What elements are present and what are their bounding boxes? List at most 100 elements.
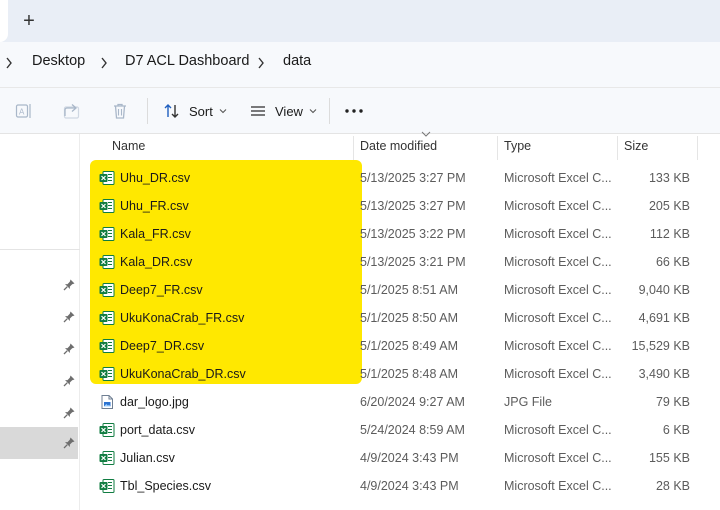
breadcrumb-d7-acl-dashboard[interactable]: D7 ACL Dashboard [125, 53, 249, 69]
chevron-down-icon [309, 109, 317, 114]
pin-icon[interactable] [62, 436, 76, 450]
column-header-name[interactable]: Name [112, 134, 145, 162]
file-size: 3,490 KB [638, 367, 690, 381]
delete-icon[interactable] [110, 101, 130, 121]
file-row[interactable]: Kala_DR.csv 5/13/2025 3:21 PM Microsoft … [86, 248, 700, 276]
file-name: Deep7_FR.csv [120, 283, 203, 297]
file-type: Microsoft Excel C... [504, 339, 612, 353]
file-date-modified: 5/24/2024 8:59 AM [360, 423, 465, 437]
toolbar-separator [147, 98, 148, 124]
file-date-modified: 5/1/2025 8:48 AM [360, 367, 458, 381]
view-icon [251, 106, 265, 116]
file-type: Microsoft Excel C... [504, 479, 612, 493]
file-row[interactable]: Uhu_DR.csv 5/13/2025 3:27 PM Microsoft E… [86, 164, 700, 192]
excel-csv-icon [99, 451, 115, 465]
toolbar-separator [329, 98, 330, 124]
chevron-right-icon[interactable] [256, 55, 266, 71]
file-type: Microsoft Excel C... [504, 199, 612, 213]
file-size: 4,691 KB [638, 311, 690, 325]
file-name: dar_logo.jpg [120, 395, 189, 409]
file-size: 66 KB [655, 255, 690, 269]
column-header-type[interactable]: Type [504, 134, 531, 162]
file-date-modified: 6/20/2024 9:27 AM [360, 395, 465, 409]
excel-csv-icon [99, 479, 115, 493]
address-bar[interactable]: Desktop D7 ACL Dashboard data [0, 42, 720, 88]
file-row[interactable]: Julian.csv 4/9/2024 3:43 PM Microsoft Ex… [86, 444, 700, 472]
file-date-modified: 5/13/2025 3:27 PM [360, 199, 466, 213]
new-tab-button[interactable]: + [17, 9, 41, 33]
file-name: Tbl_Species.csv [120, 479, 212, 493]
file-row[interactable]: UkuKonaCrab_FR.csv 5/1/2025 8:50 AM Micr… [86, 304, 700, 332]
column-separator[interactable] [617, 136, 618, 160]
file-date-modified: 4/9/2024 3:43 PM [360, 451, 459, 465]
nav-item-selected[interactable] [0, 427, 78, 459]
share-icon[interactable] [62, 101, 82, 121]
view-label: View [275, 103, 303, 119]
file-name: Kala_DR.csv [120, 255, 193, 269]
file-type: JPG File [504, 395, 552, 409]
command-bar: A Sort View [0, 88, 720, 134]
column-separator[interactable] [353, 136, 354, 160]
file-name: port_data.csv [120, 423, 196, 437]
file-size: 79 KB [655, 395, 690, 409]
sort-button[interactable]: Sort [163, 99, 227, 123]
file-name: Kala_FR.csv [120, 227, 191, 241]
excel-csv-icon [99, 255, 115, 269]
column-header-date-modified[interactable]: Date modified [360, 134, 437, 162]
file-row[interactable]: Deep7_DR.csv 5/1/2025 8:49 AM Microsoft … [86, 332, 700, 360]
file-row[interactable]: dar_logo.jpg 6/20/2024 9:27 AM JPG File … [86, 388, 700, 416]
file-type: Microsoft Excel C... [504, 227, 612, 241]
file-name: UkuKonaCrab_DR.csv [120, 367, 246, 381]
file-row[interactable]: port_data.csv 5/24/2024 8:59 AM Microsof… [86, 416, 700, 444]
column-separator[interactable] [497, 136, 498, 160]
file-row[interactable]: UkuKonaCrab_DR.csv 5/1/2025 8:48 AM Micr… [86, 360, 700, 388]
pin-icon[interactable] [62, 374, 76, 388]
file-row[interactable]: Kala_FR.csv 5/13/2025 3:22 PM Microsoft … [86, 220, 700, 248]
file-name: Deep7_DR.csv [120, 339, 205, 353]
excel-csv-icon [99, 423, 115, 437]
file-type: Microsoft Excel C... [504, 311, 612, 325]
navigation-pane [0, 134, 80, 510]
chevron-down-icon [219, 109, 227, 114]
chevron-right-icon[interactable] [4, 55, 14, 71]
nav-divider [0, 249, 80, 250]
file-row[interactable]: Uhu_FR.csv 5/13/2025 3:27 PM Microsoft E… [86, 192, 700, 220]
file-size: 15,529 KB [631, 339, 690, 353]
file-size: 112 KB [649, 227, 690, 241]
file-type: Microsoft Excel C... [504, 451, 612, 465]
column-separator[interactable] [697, 136, 698, 160]
file-size: 205 KB [648, 199, 690, 213]
active-tab-edge[interactable] [0, 0, 8, 42]
file-row[interactable]: Tbl_Species.csv 4/9/2024 3:43 PM Microso… [86, 472, 700, 500]
column-header-size[interactable]: Size [624, 134, 648, 162]
file-date-modified: 5/1/2025 8:49 AM [360, 339, 458, 353]
file-row[interactable]: Deep7_FR.csv 5/1/2025 8:51 AM Microsoft … [86, 276, 700, 304]
svg-text:A: A [19, 108, 25, 117]
file-type: Microsoft Excel C... [504, 283, 612, 297]
file-type: Microsoft Excel C... [504, 171, 612, 185]
file-size: 155 KB [648, 451, 690, 465]
file-size: 133 KB [648, 171, 690, 185]
pin-icon[interactable] [62, 342, 76, 356]
file-date-modified: 5/13/2025 3:27 PM [360, 171, 466, 185]
rename-icon[interactable]: A [14, 101, 34, 121]
file-date-modified: 5/1/2025 8:50 AM [360, 311, 458, 325]
image-file-icon [101, 395, 113, 409]
breadcrumb-desktop[interactable]: Desktop [32, 53, 85, 69]
pin-icon[interactable] [62, 278, 76, 292]
breadcrumb-data[interactable]: data [283, 53, 311, 69]
file-type: Microsoft Excel C... [504, 255, 612, 269]
pin-icon[interactable] [62, 406, 76, 420]
view-button[interactable]: View [249, 99, 317, 123]
file-name: Julian.csv [120, 451, 175, 465]
file-size: 28 KB [655, 479, 690, 493]
sort-icon [164, 104, 179, 118]
file-name: UkuKonaCrab_FR.csv [120, 311, 245, 325]
more-options-icon[interactable] [343, 101, 365, 121]
excel-csv-icon [99, 171, 115, 185]
excel-csv-icon [99, 199, 115, 213]
chevron-right-icon[interactable] [99, 55, 109, 71]
excel-csv-icon [99, 367, 115, 381]
pin-icon[interactable] [62, 310, 76, 324]
file-name: Uhu_DR.csv [120, 171, 191, 185]
